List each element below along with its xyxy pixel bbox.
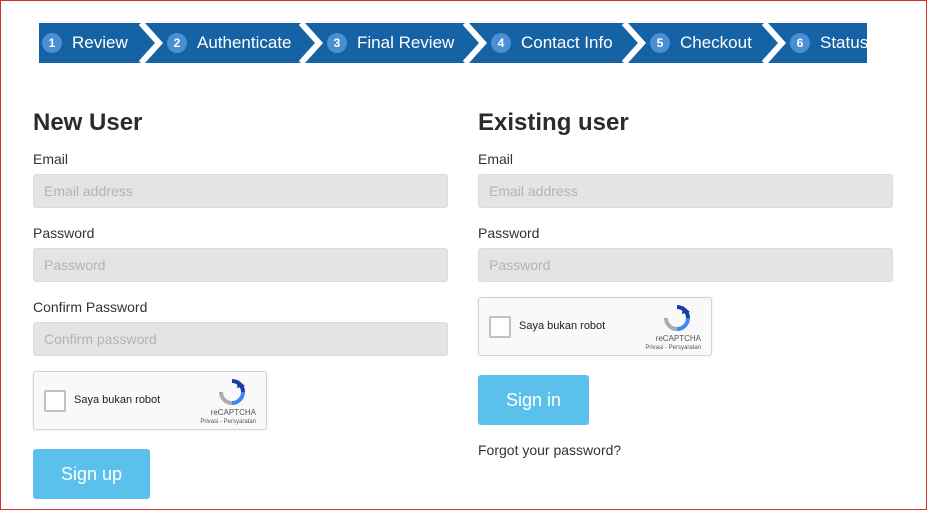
existing-password-input[interactable] — [478, 248, 893, 282]
new-password-input[interactable] — [33, 248, 448, 282]
step-status[interactable]: 6 Status — [790, 23, 867, 63]
step-label: Authenticate — [197, 33, 292, 52]
existing-password-label: Password — [478, 225, 540, 241]
new-email-input[interactable] — [33, 174, 448, 208]
step-number: 1 — [42, 33, 62, 53]
forgot-password-link[interactable]: Forgot your password? — [478, 442, 621, 458]
step-contact-info[interactable]: 4 Contact Info — [491, 23, 613, 63]
existing-user-recaptcha: Saya bukan robot reCAPTCHA Privasi - Per… — [478, 297, 712, 356]
existing-email-label: Email — [478, 151, 514, 167]
recaptcha-icon — [218, 378, 246, 406]
recaptcha-legal-links[interactable]: Privasi - Persyaratan — [645, 345, 701, 351]
step-separator-arrow — [137, 23, 167, 63]
new-user-heading: New User — [33, 109, 143, 136]
sign-up-button[interactable]: Sign up — [33, 449, 150, 499]
recaptcha-brand: reCAPTCHA — [655, 334, 701, 343]
step-separator-arrow — [620, 23, 650, 63]
confirm-password-input[interactable] — [33, 322, 448, 356]
step-label: Contact Info — [521, 33, 613, 52]
step-number: 6 — [790, 33, 810, 53]
step-number: 4 — [491, 33, 511, 53]
step-authenticate[interactable]: 2 Authenticate — [167, 23, 292, 63]
existing-user-heading: Existing user — [478, 109, 629, 136]
step-label: Final Review — [357, 33, 455, 52]
recaptcha-text: Saya bukan robot — [74, 394, 161, 406]
new-user-recaptcha: Saya bukan robot reCAPTCHA Privasi - Per… — [33, 371, 267, 430]
step-separator-arrow — [461, 23, 491, 63]
step-number: 5 — [650, 33, 670, 53]
step-checkout[interactable]: 5 Checkout — [650, 23, 752, 63]
recaptcha-icon — [663, 304, 691, 332]
recaptcha-legal-links[interactable]: Privasi - Persyaratan — [200, 419, 256, 425]
recaptcha-checkbox[interactable] — [44, 390, 66, 412]
existing-email-input[interactable] — [478, 174, 893, 208]
recaptcha-brand: reCAPTCHA — [210, 408, 256, 417]
confirm-password-label: Confirm Password — [33, 299, 148, 315]
recaptcha-text: Saya bukan robot — [519, 320, 606, 332]
checkout-steps: 1 Review 2 Authenticate 3 Final Review 4… — [39, 23, 867, 63]
new-password-label: Password — [33, 225, 95, 241]
sign-in-button[interactable]: Sign in — [478, 375, 589, 425]
new-email-label: Email — [33, 151, 69, 167]
step-number: 3 — [327, 33, 347, 53]
step-label: Review — [72, 33, 128, 52]
step-final-review[interactable]: 3 Final Review — [327, 23, 454, 63]
step-number: 2 — [167, 33, 187, 53]
step-label: Checkout — [680, 33, 752, 52]
step-separator-arrow — [297, 23, 327, 63]
recaptcha-checkbox[interactable] — [489, 316, 511, 338]
step-label: Status — [820, 33, 867, 52]
step-separator-arrow — [760, 23, 790, 63]
step-review[interactable]: 1 Review — [42, 23, 128, 63]
